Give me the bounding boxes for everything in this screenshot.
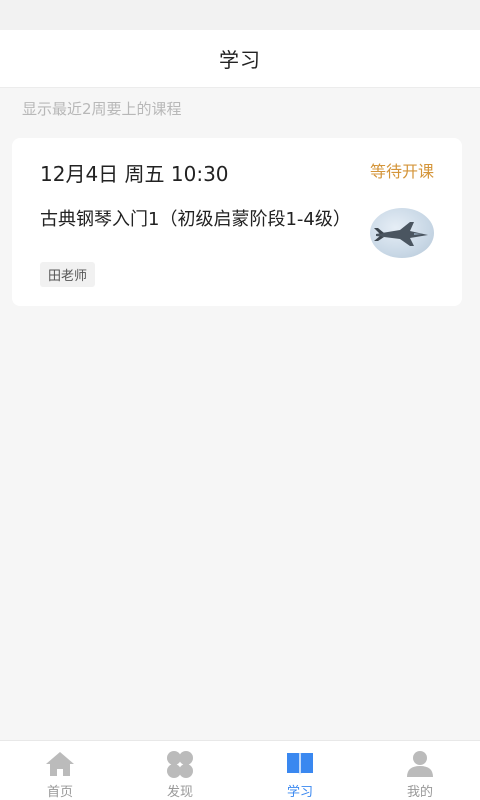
discover-icon [167,751,193,778]
bottom-tab-bar: 首页 发现 学习 我的 [0,740,480,800]
tab-discover[interactable]: 发现 [120,741,240,800]
tab-label: 发现 [166,785,193,800]
profile-icon [407,751,433,777]
course-thumbnail [370,208,434,258]
teacher-tag: 田老师 [40,262,96,287]
tab-home[interactable]: 首页 [0,741,120,800]
course-card[interactable]: 12月4日 周五 10:30 等待开课 古典钢琴入门1（初级启蒙阶段1-4级） … [12,138,462,306]
book-icon [287,753,313,775]
page-title: 学习 [219,48,261,72]
tab-label: 我的 [406,785,433,800]
tab-label: 学习 [286,785,313,800]
tab-label: 首页 [46,785,73,800]
status-bar [0,0,480,30]
course-name: 古典钢琴入门1（初级启蒙阶段1-4级） [40,209,351,230]
fighter-jet-icon [374,222,428,246]
hint-text: 显示最近2周要上的课程 [22,100,182,118]
course-time: 12月4日 周五 10:30 [40,162,229,186]
tab-profile[interactable]: 我的 [360,741,480,800]
home-icon [46,752,74,776]
tab-study[interactable]: 学习 [240,741,360,800]
course-status: 等待开课 [369,162,434,181]
navigation-bar: 学习 [0,30,480,88]
